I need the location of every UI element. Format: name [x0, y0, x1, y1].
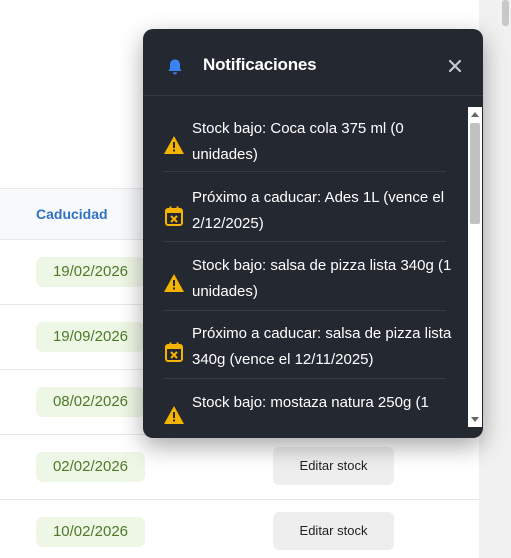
warning-triangle-icon [163, 134, 185, 156]
notifications-panel: Notificaciones Stock bajo: Coca cola 375… [143, 29, 483, 438]
column-header-caducidad[interactable]: Caducidad [36, 206, 108, 222]
bell-icon [165, 57, 185, 77]
notifications-title: Notificaciones [203, 55, 317, 74]
notification-text: Stock bajo: Coca cola 375 ml (0 unidades… [192, 120, 404, 163]
warning-triangle-icon [163, 272, 185, 294]
expiry-date-badge: 19/09/2026 [36, 322, 145, 352]
notification-text: Próximo a caducar: Ades 1L (vence el 2/1… [192, 189, 445, 232]
expiry-date-badge: 19/02/2026 [36, 257, 145, 287]
expiry-date-badge: 08/02/2026 [36, 387, 145, 417]
notification-text: Stock bajo: mostaza natura 250g (1 [192, 394, 429, 411]
notification-item-low-stock[interactable]: Stock bajo: mostaza natura 250g (1 [163, 390, 446, 438]
page-scrollbar[interactable] [500, 0, 511, 558]
notifications-header: Notificaciones [143, 29, 483, 96]
notifications-list[interactable]: Stock bajo: Coca cola 375 ml (0 unidades… [143, 96, 468, 438]
scroll-up-arrow-icon[interactable] [471, 112, 479, 117]
notifications-scrollbar[interactable] [468, 107, 482, 427]
table-row: 02/02/2026 Editar stock [0, 435, 479, 500]
expiry-date-badge: 02/02/2026 [36, 452, 145, 482]
calendar-x-icon [163, 341, 185, 363]
page-scrollbar-thumb[interactable] [502, 0, 509, 26]
notification-item-expiring[interactable]: Próximo a caducar: Ades 1L (vence el 2/1… [163, 185, 446, 242]
notifications-scrollbar-thumb[interactable] [470, 123, 480, 224]
notification-item-expiring[interactable]: Próximo a caducar: salsa de pizza lista … [163, 321, 451, 379]
close-icon[interactable] [445, 56, 465, 76]
expiry-date-badge: 10/02/2026 [36, 517, 145, 547]
edit-stock-button[interactable]: Editar stock [273, 447, 394, 485]
notification-item-low-stock[interactable]: Stock bajo: salsa de pizza lista 340g (1… [163, 253, 451, 311]
calendar-x-icon [163, 205, 185, 227]
warning-triangle-icon [163, 404, 185, 426]
table-row: 10/02/2026 Editar stock [0, 500, 479, 558]
notification-text: Próximo a caducar: salsa de pizza lista … [192, 325, 452, 368]
notification-text: Stock bajo: salsa de pizza lista 340g (1… [192, 257, 452, 300]
notification-item-low-stock[interactable]: Stock bajo: Coca cola 375 ml (0 unidades… [163, 116, 446, 172]
edit-stock-button[interactable]: Editar stock [273, 512, 394, 550]
scroll-down-arrow-icon[interactable] [471, 417, 479, 422]
